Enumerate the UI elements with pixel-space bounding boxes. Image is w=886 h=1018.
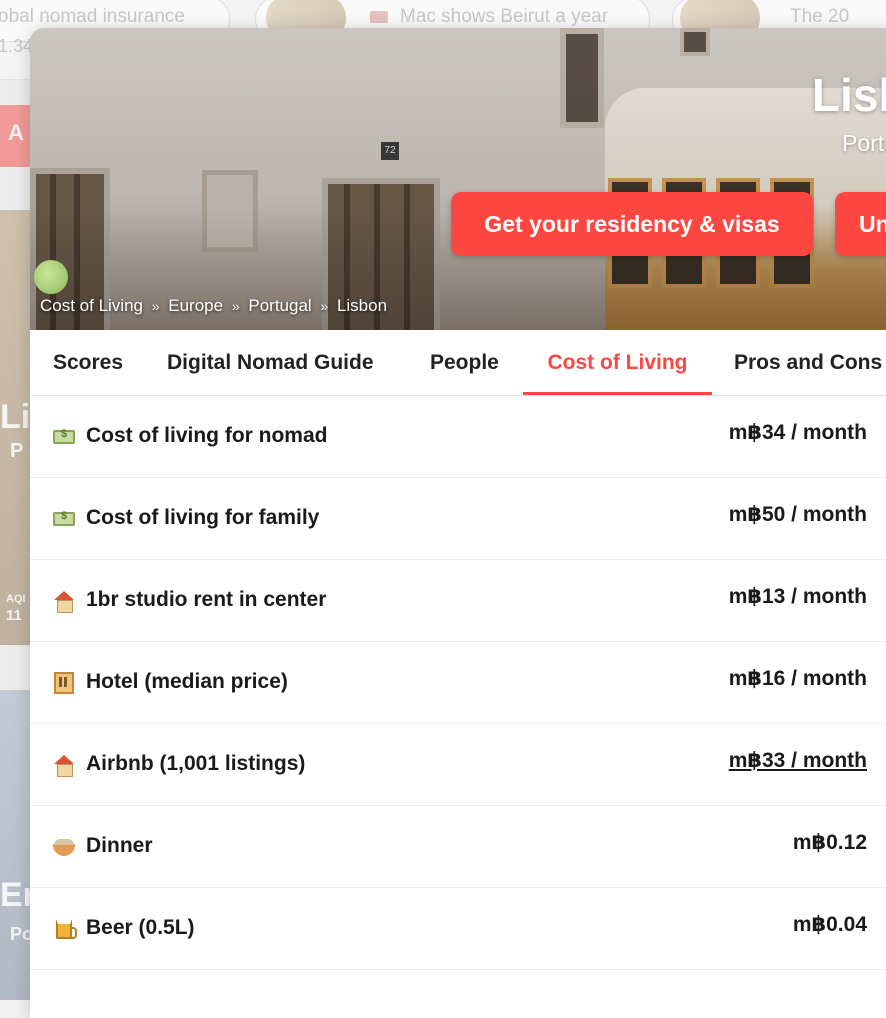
- tab-people[interactable]: People: [430, 330, 499, 396]
- city-title: Lisbon: [812, 69, 886, 121]
- background-city-name: Li: [0, 398, 31, 436]
- background-country-name: P: [10, 440, 24, 462]
- hotel-icon: [52, 672, 76, 694]
- background-side-label: A: [8, 120, 24, 145]
- list-item-value: m฿0.04: [792, 913, 867, 936]
- list-item-label: 1br studio rent in center: [86, 588, 327, 611]
- hero-overlay: [30, 28, 886, 330]
- list-item-label: Dinner: [86, 834, 153, 857]
- breadcrumb: Cost of Living » Europe » Portugal » Lis…: [40, 296, 387, 316]
- country-subtitle: Portugal: [842, 130, 886, 156]
- beer-icon: [52, 918, 77, 940]
- list-item-label: Cost of living for family: [86, 506, 320, 529]
- breadcrumb-separator: »: [231, 298, 240, 314]
- list-item-value: m฿34 / month: [728, 421, 867, 444]
- list-item: Cost of living for family m฿50 / month: [30, 478, 886, 560]
- tab-cost-of-living[interactable]: Cost of Living: [523, 330, 712, 396]
- list-item: Airbnb (1,001 listings) m฿33 / month: [30, 724, 886, 806]
- get-residency-visas-button[interactable]: Get your residency & visas: [451, 192, 813, 256]
- list-item-label: Airbnb (1,001 listings): [86, 752, 306, 775]
- list-item-value: m฿13 / month: [728, 585, 867, 608]
- list-item: 1br studio rent in center m฿13 / month: [30, 560, 886, 642]
- house-icon: [52, 590, 76, 613]
- list-item: Dinner m฿0.12: [30, 806, 886, 888]
- background-pill-text: obal nomad insurance: [0, 6, 185, 27]
- tab-pros-and-cons[interactable]: Pros and Cons: [734, 330, 882, 396]
- list-item-value: m฿16 / month: [728, 667, 867, 690]
- secondary-hero-button[interactable]: Un: [835, 192, 886, 256]
- cost-of-living-list: Cost of living for nomad m฿34 / month Co…: [30, 396, 886, 970]
- list-item-label: Beer (0.5L): [86, 916, 195, 939]
- airbnb-price-link[interactable]: m฿33 / month: [729, 748, 867, 773]
- list-item-label: Hotel (median price): [86, 670, 288, 693]
- lebanon-flag-icon: [370, 11, 388, 23]
- background-aqi-value: 11: [6, 607, 22, 624]
- bowl-icon: [52, 836, 76, 858]
- tab-scores[interactable]: Scores: [53, 330, 123, 396]
- leaf-icon: [34, 260, 68, 294]
- money-icon: [52, 426, 76, 448]
- list-item: Hotel (median price) m฿16 / month: [30, 642, 886, 724]
- tab-bar: Scores Digital Nomad Guide People Cost o…: [30, 330, 886, 396]
- background-pill-subtext: 1.34: [0, 36, 34, 56]
- background-city-card[interactable]: [0, 690, 32, 1000]
- breadcrumb-separator: »: [320, 298, 329, 314]
- money-icon: [52, 508, 76, 530]
- breadcrumb-link-europe[interactable]: Europe: [168, 296, 223, 315]
- list-item-label: Cost of living for nomad: [86, 424, 328, 447]
- background-pill-text: The 20: [790, 6, 850, 27]
- list-item-value: m฿0.12: [792, 831, 867, 854]
- breadcrumb-link-portugal[interactable]: Portugal: [248, 296, 311, 315]
- list-item: Cost of living for nomad m฿34 / month: [30, 396, 886, 478]
- breadcrumb-separator: »: [151, 298, 160, 314]
- hero-image: 72 Lisbon Portugal Get your residency & …: [30, 28, 886, 330]
- city-modal: 72 Lisbon Portugal Get your residency & …: [30, 28, 886, 1018]
- background-aqi-label: AQI: [6, 593, 26, 605]
- breadcrumb-link-lisbon[interactable]: Lisbon: [337, 296, 387, 315]
- list-item: Beer (0.5L) m฿0.04: [30, 888, 886, 970]
- list-item-value: m฿50 / month: [728, 503, 867, 526]
- tab-digital-nomad-guide[interactable]: Digital Nomad Guide: [167, 330, 374, 396]
- house-icon: [52, 754, 76, 777]
- breadcrumb-link-cost-of-living[interactable]: Cost of Living: [40, 296, 143, 315]
- active-tab-indicator: [523, 392, 712, 395]
- background-pill-text: Mac shows Beirut a year: [400, 6, 609, 27]
